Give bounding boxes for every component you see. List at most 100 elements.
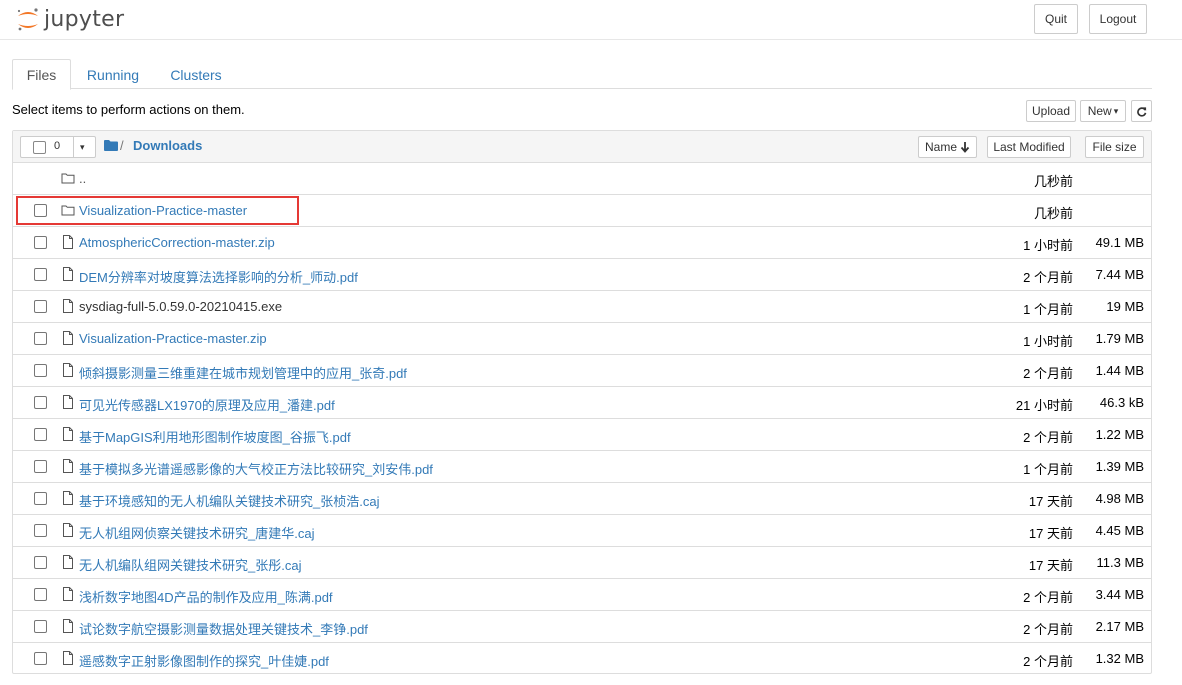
tab-running[interactable]: Running <box>78 59 148 90</box>
row-checkbox[interactable] <box>34 588 47 601</box>
header: jupyter Quit Logout <box>0 0 1182 40</box>
jupyter-logo[interactable]: jupyter <box>14 4 124 34</box>
row-checkbox[interactable] <box>34 620 47 633</box>
row-checkbox[interactable] <box>34 364 47 377</box>
row-checkbox[interactable] <box>34 652 47 665</box>
file-row[interactable]: DEM分辨率对坡度算法选择影响的分析_师动.pdf 2 个月前 7.44 MB <box>13 259 1151 291</box>
folder-name-link[interactable]: .. <box>79 171 86 186</box>
file-icon <box>61 299 75 313</box>
last-modified: 1 个月前 <box>1023 302 1073 317</box>
last-modified: 几秒前 <box>1033 206 1073 221</box>
file-row[interactable]: AtmosphericCorrection-master.zip 1 小时前 49.… <box>13 227 1151 259</box>
sort-name-button[interactable]: Name <box>918 136 977 158</box>
instructions-text: Select items to perform actions on them. <box>12 102 245 117</box>
last-modified: 2 个月前 <box>1023 270 1073 285</box>
file-row[interactable]: 试论数字航空摄影测量数据处理关键技术_李铮.pdf 2 个月前 2.17 MB <box>13 611 1151 643</box>
file-icon <box>61 523 75 537</box>
file-row[interactable]: 倾斜摄影测量三维重建在城市规划管理中的应用_张奇.pdf 2 个月前 1.44 MB <box>13 355 1151 387</box>
row-checkbox[interactable] <box>34 492 47 505</box>
file-size: 49.1 MB <box>1095 235 1144 250</box>
sort-last-modified-button[interactable]: Last Modified <box>987 136 1071 158</box>
last-modified: 1 小时前 <box>1023 334 1073 349</box>
file-name-link[interactable]: 可见光传感器LX1970的原理及应用_潘建.pdf <box>79 395 335 414</box>
file-name-link[interactable]: sysdiag-full-5.0.59.0-20210415.exe <box>79 299 282 314</box>
file-size: 19 MB <box>1106 299 1144 314</box>
file-size: 4.45 MB <box>1095 523 1144 538</box>
folder-icon[interactable] <box>104 140 118 151</box>
file-row[interactable]: 基于环境感知的无人机编队关键技术研究_张桢浩.caj 17 天前 4.98 MB <box>13 483 1151 515</box>
file-name-link[interactable]: 无人机编队组网关键技术研究_张彤.caj <box>79 555 301 574</box>
select-all-checkbox[interactable] <box>33 141 46 154</box>
quit-button[interactable]: Quit <box>1034 4 1078 34</box>
file-row[interactable]: 无人机编队组网关键技术研究_张彤.caj 17 天前 11.3 MB <box>13 547 1151 579</box>
file-size: 4.98 MB <box>1095 491 1144 506</box>
file-name-link[interactable]: 基于MapGIS利用地形图制作坡度图_谷振飞.pdf <box>79 427 351 446</box>
last-modified: 2 个月前 <box>1023 430 1073 445</box>
row-checkbox[interactable] <box>34 556 47 569</box>
file-icon <box>61 587 75 601</box>
tab-files[interactable]: Files <box>12 59 71 90</box>
row-checkbox[interactable] <box>34 204 47 217</box>
last-modified: 几秒前 <box>1033 174 1073 189</box>
refresh-icon <box>1137 106 1147 117</box>
row-checkbox[interactable] <box>34 236 47 249</box>
row-checkbox[interactable] <box>34 332 47 345</box>
row-checkbox[interactable] <box>34 524 47 537</box>
new-button[interactable]: New ▾ <box>1080 100 1126 122</box>
file-size: 1.32 MB <box>1095 651 1144 666</box>
row-checkbox[interactable] <box>34 300 47 313</box>
tab-bar: Files Running Clusters <box>12 59 1152 90</box>
file-row[interactable]: 基于MapGIS利用地形图制作坡度图_谷振飞.pdf 2 个月前 1.22 MB <box>13 419 1151 451</box>
folder-row[interactable]: Visualization-Practice-master 几秒前 <box>13 195 1151 227</box>
file-row[interactable]: 遥感数字正射影像图制作的探究_叶佳婕.pdf 2 个月前 1.32 MB <box>13 643 1151 675</box>
file-size: 11.3 MB <box>1096 555 1144 570</box>
folder-name-link[interactable]: Visualization-Practice-master <box>79 203 247 218</box>
file-list-header: 0 ▾ / Downloads Name Last Modified File … <box>13 131 1151 163</box>
file-size: 46.3 kB <box>1099 395 1144 410</box>
file-name-link[interactable]: AtmosphericCorrection-master.zip <box>79 235 275 250</box>
file-row[interactable]: Visualization-Practice-master.zip 1 小时前 1.… <box>13 323 1151 355</box>
logout-button[interactable]: Logout <box>1089 4 1147 34</box>
file-name-link[interactable]: 无人机组网侦察关键技术研究_唐建华.caj <box>79 523 314 542</box>
last-modified: 1 个月前 <box>1023 462 1073 477</box>
last-modified: 17 天前 <box>1028 494 1073 509</box>
last-modified: 1 小时前 <box>1023 238 1073 253</box>
file-row[interactable]: 浅析数字地图4D产品的制作及应用_陈满.pdf 2 个月前 3.44 MB <box>13 579 1151 611</box>
file-name-link[interactable]: 试论数字航空摄影测量数据处理关键技术_李铮.pdf <box>79 619 368 638</box>
tab-clusters[interactable]: Clusters <box>160 59 232 90</box>
file-name-link[interactable]: 浅析数字地图4D产品的制作及应用_陈满.pdf <box>79 587 333 606</box>
file-icon <box>61 459 75 473</box>
sort-name-label: Name <box>924 140 957 154</box>
last-modified: 21 小时前 <box>1015 398 1073 413</box>
file-icon <box>61 619 75 633</box>
file-row[interactable]: sysdiag-full-5.0.59.0-20210415.exe 1 个月前 1… <box>13 291 1151 323</box>
select-all-dropdown[interactable]: 0 ▾ <box>20 136 96 158</box>
file-icon <box>61 651 75 665</box>
file-name-link[interactable]: 遥感数字正射影像图制作的探究_叶佳婕.pdf <box>79 651 329 670</box>
file-row[interactable]: 无人机组网侦察关键技术研究_唐建华.caj 17 天前 4.45 MB <box>13 515 1151 547</box>
file-size: 3.44 MB <box>1095 587 1144 602</box>
upload-button[interactable]: Upload <box>1026 100 1076 122</box>
file-name-link[interactable]: DEM分辨率对坡度算法选择影响的分析_师动.pdf <box>79 267 358 286</box>
chevron-down-icon[interactable]: ▾ <box>80 142 85 153</box>
row-checkbox[interactable] <box>34 268 47 281</box>
file-icon <box>61 267 75 281</box>
row-checkbox[interactable] <box>34 460 47 473</box>
row-checkbox[interactable] <box>34 428 47 441</box>
file-name-link[interactable]: Visualization-Practice-master.zip <box>79 331 267 346</box>
file-size: 1.39 MB <box>1095 459 1144 474</box>
breadcrumb-downloads[interactable]: Downloads <box>133 138 202 153</box>
file-size: 2.17 MB <box>1095 619 1144 634</box>
row-checkbox[interactable] <box>34 396 47 409</box>
refresh-button[interactable] <box>1131 100 1152 122</box>
last-modified: 2 个月前 <box>1023 654 1073 669</box>
sort-file-size-button[interactable]: File size <box>1085 136 1144 158</box>
file-name-link[interactable]: 基于环境感知的无人机编队关键技术研究_张桢浩.caj <box>79 491 379 510</box>
file-name-link[interactable]: 基于模拟多光谱遥感影像的大气校正方法比较研究_刘安伟.pdf <box>79 459 433 478</box>
folder-icon <box>61 203 75 217</box>
parent-dir-row[interactable]: .. 几秒前 <box>13 163 1151 195</box>
last-modified: 2 个月前 <box>1023 590 1073 605</box>
file-name-link[interactable]: 倾斜摄影测量三维重建在城市规划管理中的应用_张奇.pdf <box>79 363 407 382</box>
file-row[interactable]: 可见光传感器LX1970的原理及应用_潘建.pdf 21 小时前 46.3 kB <box>13 387 1151 419</box>
file-row[interactable]: 基于模拟多光谱遥感影像的大气校正方法比较研究_刘安伟.pdf 1 个月前 1.39 … <box>13 451 1151 483</box>
